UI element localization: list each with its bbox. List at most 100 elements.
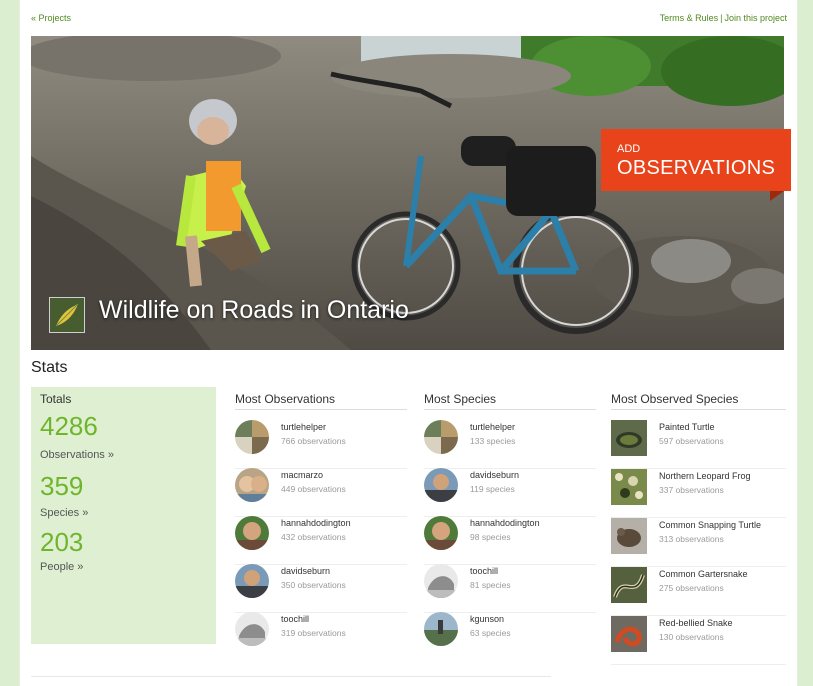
species-name[interactable]: Painted Turtle — [659, 422, 715, 432]
observer-name[interactable]: turtlehelper — [281, 422, 326, 432]
totals-panel: Totals 4286 Observations » 359 Species »… — [31, 387, 216, 644]
observer-count: 319 observations — [281, 628, 346, 638]
observer-row[interactable]: hannahdodington 432 observations — [235, 516, 407, 565]
avatar-icon — [424, 612, 458, 646]
snapping-turtle-photo-icon — [611, 518, 647, 554]
species-count: 133 species — [470, 436, 516, 446]
observer-name[interactable]: kgunson — [470, 614, 504, 624]
user-avatar[interactable] — [424, 564, 458, 598]
user-avatar[interactable] — [424, 612, 458, 646]
observer-count: 449 observations — [281, 484, 346, 494]
avatar-icon — [235, 516, 269, 550]
observer-count: 432 observations — [281, 532, 346, 542]
project-icon — [49, 297, 85, 333]
avatar-icon — [424, 516, 458, 550]
species-count: 119 species — [470, 484, 515, 494]
observer-name[interactable]: hannahdodington — [281, 518, 351, 528]
most-observations-heading: Most Observations — [235, 392, 407, 410]
user-avatar[interactable] — [235, 420, 269, 454]
join-project-link[interactable]: Join this project — [724, 13, 787, 23]
user-avatar[interactable] — [235, 516, 269, 550]
species-name[interactable]: Common Gartersnake — [659, 569, 748, 579]
species-observer-row[interactable]: toochill 81 species — [424, 564, 596, 613]
user-avatar[interactable] — [424, 468, 458, 502]
species-observation-count: 337 observations — [659, 485, 724, 495]
species-photo[interactable] — [611, 420, 647, 456]
observer-row[interactable]: davidseburn 350 observations — [235, 564, 407, 613]
species-name[interactable]: Northern Leopard Frog — [659, 471, 751, 481]
observer-row[interactable]: turtlehelper 766 observations — [235, 420, 407, 469]
user-avatar[interactable] — [235, 612, 269, 646]
species-count: 81 species — [470, 580, 511, 590]
observer-name[interactable]: macmarzo — [281, 470, 323, 480]
observations-link[interactable]: Observations » — [40, 449, 114, 461]
avatar-icon — [424, 564, 458, 598]
projects-back-link[interactable]: « Projects — [31, 13, 71, 23]
avatar-icon — [235, 564, 269, 598]
turtle-photo-icon — [611, 420, 647, 456]
observations-count: 4286 — [40, 411, 98, 441]
observer-count: 350 observations — [281, 580, 346, 590]
species-observation-count: 313 observations — [659, 534, 724, 544]
species-photo[interactable] — [611, 567, 647, 603]
top-nav: « Projects Terms & Rules | Join this proje… — [31, 13, 787, 27]
top-right-links: Terms & Rules | Join this project — [660, 13, 787, 23]
species-name[interactable]: Red-bellied Snake — [659, 618, 733, 628]
species-observer-row[interactable]: kgunson 63 species — [424, 612, 596, 660]
add-observations-label-top: ADD — [617, 143, 641, 155]
user-avatar[interactable] — [424, 420, 458, 454]
most-observed-species-heading: Most Observed Species — [611, 392, 786, 410]
species-row[interactable]: Red-bellied Snake 130 observations — [611, 616, 786, 665]
avatar-icon — [235, 468, 269, 502]
observer-count: 766 observations — [281, 436, 346, 446]
species-observer-row[interactable]: turtlehelper 133 species — [424, 420, 596, 469]
species-observer-row[interactable]: davidseburn 119 species — [424, 468, 596, 517]
stats-heading: Stats — [31, 359, 68, 376]
observer-name[interactable]: davidseburn — [470, 470, 519, 480]
most-species-heading: Most Species — [424, 392, 596, 410]
user-avatar[interactable] — [235, 468, 269, 502]
link-separator: | — [720, 13, 723, 23]
red-snake-photo-icon — [611, 616, 647, 652]
avatar-icon — [235, 420, 269, 454]
observer-name[interactable]: davidseburn — [281, 566, 330, 576]
observer-row[interactable]: macmarzo 449 observations — [235, 468, 407, 517]
species-row[interactable]: Painted Turtle 597 observations — [611, 420, 786, 469]
avatar-icon — [424, 468, 458, 502]
frog-photo-icon — [611, 469, 647, 505]
species-observation-count: 130 observations — [659, 632, 724, 642]
observer-row[interactable]: toochill 319 observations — [235, 612, 407, 660]
footer-divider — [31, 676, 551, 677]
people-link[interactable]: People » — [40, 561, 83, 573]
species-observation-count: 597 observations — [659, 436, 724, 446]
species-photo[interactable] — [611, 469, 647, 505]
project-page: « Projects Terms & Rules | Join this proje… — [19, 0, 798, 686]
species-count: 98 species — [470, 532, 511, 542]
avatar-icon — [424, 420, 458, 454]
observer-name[interactable]: hannahdodington — [470, 518, 540, 528]
species-photo[interactable] — [611, 518, 647, 554]
user-avatar[interactable] — [235, 564, 269, 598]
species-row[interactable]: Northern Leopard Frog 337 observations — [611, 469, 786, 518]
species-name[interactable]: Common Snapping Turtle — [659, 520, 761, 530]
people-count: 203 — [40, 527, 84, 557]
species-row[interactable]: Common Gartersnake 275 observations — [611, 567, 786, 616]
user-avatar[interactable] — [424, 516, 458, 550]
species-link[interactable]: Species » — [40, 507, 88, 519]
project-title: Wildlife on Roads in Ontario — [99, 296, 409, 324]
avatar-icon — [235, 612, 269, 646]
observer-name[interactable]: toochill — [470, 566, 498, 576]
species-row[interactable]: Common Snapping Turtle 313 observations — [611, 518, 786, 567]
observer-name[interactable]: toochill — [281, 614, 309, 624]
species-observation-count: 275 observations — [659, 583, 724, 593]
add-observations-fold — [770, 191, 784, 201]
add-observations-button[interactable]: ADD OBSERVATIONS — [601, 129, 791, 191]
snake-photo-icon — [611, 567, 647, 603]
observer-name[interactable]: turtlehelper — [470, 422, 515, 432]
species-count: 359 — [40, 471, 84, 501]
species-photo[interactable] — [611, 616, 647, 652]
species-observer-row[interactable]: hannahdodington 98 species — [424, 516, 596, 565]
hero-banner: Wildlife on Roads in Ontario — [31, 36, 784, 350]
terms-rules-link[interactable]: Terms & Rules — [660, 13, 719, 23]
project-thumbnail-icon — [50, 298, 84, 332]
